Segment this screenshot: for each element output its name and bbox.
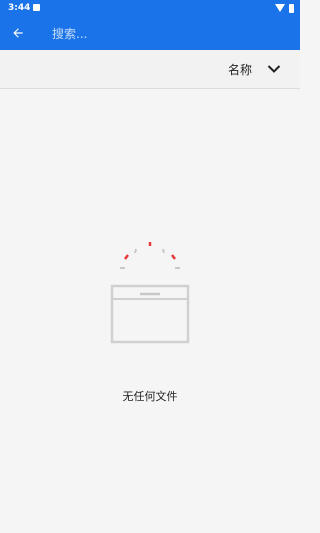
chevron-down-icon bbox=[267, 65, 281, 73]
app-bar bbox=[0, 16, 300, 50]
empty-state: 无任何文件 bbox=[0, 240, 300, 410]
sort-label[interactable]: 名称 bbox=[228, 61, 252, 78]
status-time: 3:44 bbox=[8, 3, 31, 13]
back-button[interactable] bbox=[6, 21, 30, 45]
empty-folder-icon bbox=[110, 242, 190, 344]
status-bar: 3:44 bbox=[0, 0, 300, 16]
notification-icon bbox=[33, 4, 40, 11]
sort-bar: 名称 bbox=[0, 50, 300, 89]
battery-icon bbox=[289, 3, 294, 13]
status-icons bbox=[275, 3, 294, 13]
sort-dropdown-button[interactable] bbox=[262, 58, 286, 80]
search-input[interactable] bbox=[50, 22, 284, 46]
wifi-icon bbox=[275, 4, 285, 12]
arrow-left-icon bbox=[13, 28, 23, 38]
empty-state-message: 无任何文件 bbox=[122, 390, 178, 403]
